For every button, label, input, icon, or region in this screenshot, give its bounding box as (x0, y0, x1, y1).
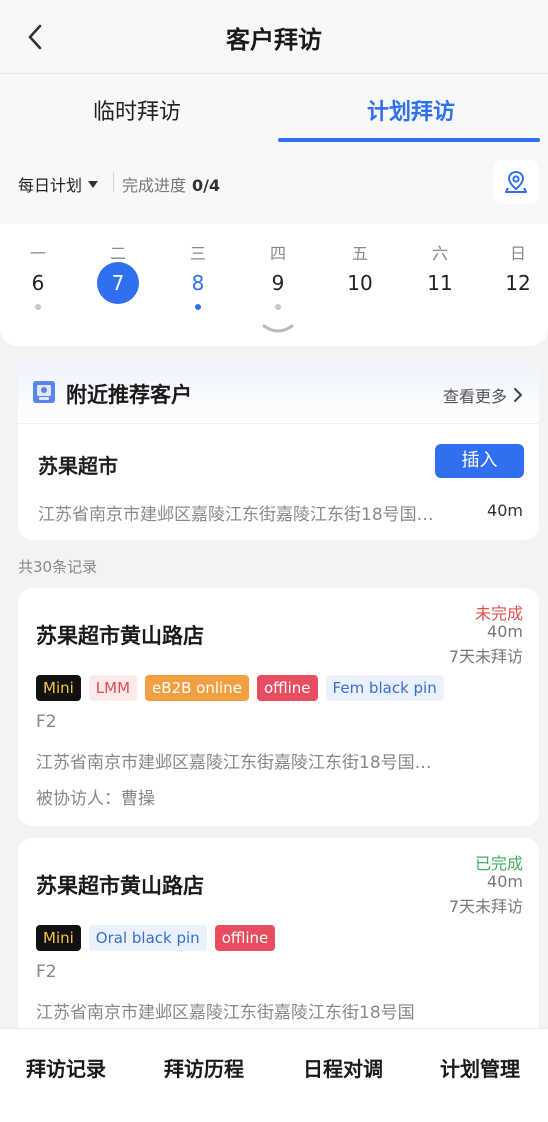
date-number: 11 (427, 271, 453, 295)
dropdown-triangle-icon (88, 180, 99, 188)
date-number-today: 8 (191, 271, 205, 295)
visit-history-button[interactable]: 拜访历程 (164, 1053, 244, 1082)
tag: Mini (36, 675, 81, 701)
tag: offline (214, 925, 276, 951)
weekday-label: 二 (109, 244, 126, 263)
page-title: 客户拜访 (226, 26, 322, 54)
customer-address: 江苏省南京市建邺区嘉陵江东街嘉陵江东街18号国 (36, 1003, 415, 1023)
floor-label: F2 (36, 712, 57, 732)
weekday-label: 六 (431, 244, 448, 263)
plan-dot (195, 304, 201, 310)
schedule-swap-button[interactable]: 日程对调 (303, 1053, 383, 1082)
progress-indicator: 完成进度 0/4 (122, 172, 220, 196)
tag-list: Mini Oral black pin offline (36, 925, 276, 951)
map-button[interactable] (494, 160, 538, 204)
tag: Mini (36, 925, 81, 951)
plan-dot (275, 304, 281, 310)
weekday-label: 三 (189, 244, 206, 263)
assisted-person: 被协访人：曹操 (36, 784, 155, 809)
bottom-action-bar: 拜访记录 拜访历程 日程对调 计划管理 (0, 1028, 548, 1122)
plan-dot (35, 304, 41, 310)
date-number: 9 (271, 271, 285, 295)
customer-distance: 40m (487, 872, 523, 891)
tag-list: Mini LMM eB2B online offline Fem black p… (36, 675, 444, 701)
expand-chevron-icon[interactable] (260, 322, 296, 336)
visit-records-button[interactable]: 拜访记录 (26, 1053, 106, 1082)
nearby-recommend-card: 附近推荐客户 查看更多 苏果超市 插入 江苏省南京市建邺区嘉陵江东街嘉陵江东街1… (18, 362, 539, 540)
divider (113, 172, 114, 192)
visit-tabs: 临时拜访 计划拜访 (0, 74, 548, 144)
nearby-customer-distance: 40m (487, 501, 523, 520)
plan-type-dropdown[interactable]: 每日计划 (18, 172, 99, 196)
date-number: 10 (347, 271, 373, 295)
progress-label: 完成进度 (122, 176, 187, 195)
nearby-header: 附近推荐客户 查看更多 (18, 362, 539, 424)
plan-management-button[interactable]: 计划管理 (440, 1053, 520, 1082)
date-number: 6 (31, 271, 45, 295)
date-number: 12 (505, 271, 531, 295)
visit-card[interactable]: 苏果超市黄山路店 未完成 40m 7天未拜访 Mini LMM eB2B onl… (18, 588, 539, 826)
customer-distance: 40m (487, 622, 523, 641)
filter-bar: 每日计划 完成进度 0/4 (0, 144, 548, 224)
map-pin-icon (505, 170, 527, 193)
navigation-bar: 客户拜访 (0, 0, 548, 74)
nearby-customer-name: 苏果超市 (38, 454, 118, 478)
last-visit-info: 7天未拜访 (448, 647, 523, 666)
floor-label: F2 (36, 962, 57, 982)
store-icon (33, 381, 55, 403)
nearby-title: 附近推荐客户 (66, 383, 192, 407)
weekday-label: 五 (351, 244, 368, 263)
tab-temporary-visit[interactable]: 临时拜访 (0, 94, 274, 126)
weekday-label: 日 (509, 244, 526, 263)
active-tab-indicator (278, 138, 540, 142)
week-calendar: 一 6 二 7 三 8 四 9 五 10 六 11 日 12 (0, 224, 548, 346)
customer-name: 苏果超市黄山路店 (36, 624, 204, 648)
tag: offline (256, 675, 318, 701)
status-incomplete: 未完成 (474, 604, 523, 623)
weekday-label: 一 (29, 244, 46, 263)
record-count: 共30条记录 (18, 558, 98, 576)
insert-button[interactable]: 插入 (435, 444, 524, 478)
customer-name: 苏果超市黄山路店 (36, 874, 204, 898)
tag: Oral black pin (88, 925, 207, 951)
progress-value: 0/4 (192, 176, 221, 195)
customer-address: 江苏省南京市建邺区嘉陵江东街嘉陵江东街18号国… (36, 753, 432, 773)
assisted-person-name: 曹操 (121, 789, 155, 809)
plan-type-label: 每日计划 (18, 176, 83, 195)
visit-card[interactable]: 苏果超市黄山路店 已完成 40m 7天未拜访 Mini Oral black p… (18, 838, 539, 1038)
tag: eB2B online (145, 675, 249, 701)
view-more-label: 查看更多 (442, 387, 507, 406)
weekday-label: 四 (269, 244, 286, 263)
chevron-right-icon (514, 388, 522, 402)
date-number-selected: 7 (97, 262, 139, 304)
nearby-customer-address: 江苏省南京市建邺区嘉陵江东街嘉陵江东街18号国… (38, 505, 434, 525)
tag: LMM (88, 675, 138, 701)
assisted-person-label: 被协访人： (36, 789, 121, 809)
view-more-link[interactable]: 查看更多 (443, 383, 523, 407)
tab-planned-visit[interactable]: 计划拜访 (274, 94, 548, 126)
tag: Fem black pin (325, 675, 444, 701)
status-complete: 已完成 (474, 854, 523, 873)
last-visit-info: 7天未拜访 (448, 897, 523, 916)
